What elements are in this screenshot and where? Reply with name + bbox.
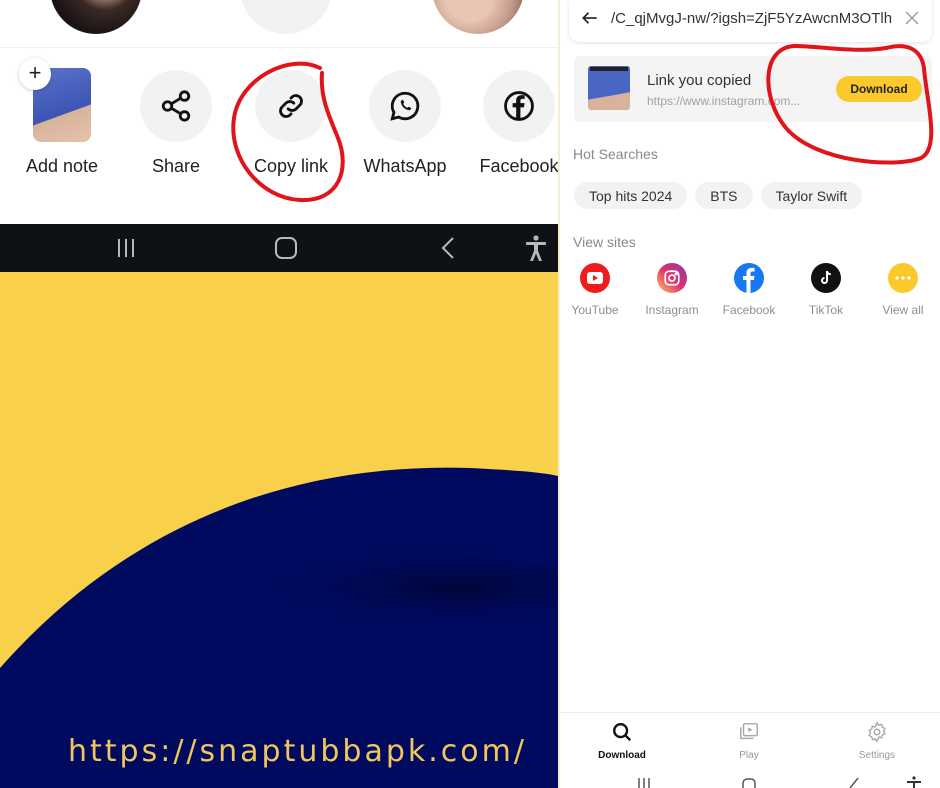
site-label: Facebook: [722, 303, 776, 317]
download-button[interactable]: Download: [836, 76, 922, 102]
copied-link-title: Link you copied: [647, 72, 752, 89]
site-label: Instagram: [645, 303, 699, 317]
home-icon[interactable]: [742, 778, 756, 788]
youtube-icon: [580, 263, 610, 293]
promo-url[interactable]: https://snaptubbapk.com/: [68, 734, 527, 769]
play-library-icon: [740, 723, 758, 740]
snaptube-app-screen: /C_qjMvgJ-nw/?igsh=ZjF5YzAwcnM3OTlh Link…: [560, 0, 940, 788]
copied-link-card[interactable]: Link you copied https://www.instagram.co…: [574, 56, 932, 122]
site-view-all[interactable]: View all: [864, 263, 940, 317]
tiktok-icon: [811, 263, 841, 293]
promo-background-shape: [0, 467, 558, 788]
recents-icon[interactable]: [636, 778, 652, 788]
note-thumbnail: +: [19, 58, 91, 142]
hot-search-chip[interactable]: Taylor Swift: [760, 182, 863, 209]
site-label: YouTube: [571, 303, 619, 317]
share-option-facebook[interactable]: Facebook: [464, 70, 558, 177]
site-instagram[interactable]: Instagram: [633, 263, 711, 317]
share-option-label: WhatsApp: [363, 156, 447, 176]
home-icon: [275, 237, 297, 259]
instagram-share-screen: + Add note Share Copy link WhatsApp Face…: [0, 0, 558, 788]
hot-search-chip[interactable]: Top hits 2024: [574, 182, 688, 209]
share-option-whatsapp[interactable]: WhatsApp: [350, 70, 460, 177]
tab-download[interactable]: Download: [577, 721, 667, 761]
promo-banner: https://snaptubbapk.com/: [0, 272, 558, 788]
share-option-label: Copy link: [253, 156, 329, 176]
accessibility-icon: [526, 235, 546, 261]
copied-link-url: https://www.instagram.com...: [647, 94, 801, 108]
share-icon: [161, 90, 191, 122]
url-search-bar[interactable]: /C_qjMvgJ-nw/?igsh=ZjF5YzAwcnM3OTlh: [569, 0, 932, 42]
site-facebook[interactable]: Facebook: [710, 263, 788, 317]
share-option-copy-link[interactable]: Copy link: [236, 70, 346, 177]
clear-icon[interactable]: [904, 10, 920, 26]
hot-searches-heading: Hot Searches: [573, 146, 658, 162]
url-input[interactable]: /C_qjMvgJ-nw/?igsh=ZjF5YzAwcnM3OTlh: [611, 10, 904, 27]
tab-play[interactable]: Play: [704, 721, 794, 761]
site-label: TikTok: [808, 303, 844, 317]
bottom-tab-bar: Download Play Settings: [560, 712, 940, 770]
site-label: View all: [882, 303, 924, 317]
link-icon: [279, 94, 303, 118]
whatsapp-icon: [390, 91, 420, 121]
contact-avatars-row: [0, 0, 558, 48]
instagram-icon: [657, 263, 687, 293]
facebook-icon: [734, 263, 764, 293]
recents-icon: [118, 239, 134, 257]
home-button[interactable]: [272, 234, 300, 262]
plus-icon: +: [19, 58, 51, 90]
recents-button[interactable]: [112, 234, 140, 262]
view-sites-heading: View sites: [573, 234, 636, 250]
tab-settings[interactable]: Settings: [832, 721, 922, 761]
share-option-label: Share: [151, 156, 201, 176]
hot-search-chip[interactable]: BTS: [695, 182, 753, 209]
back-button[interactable]: [434, 234, 462, 262]
share-options-row: + Add note Share Copy link WhatsApp Face…: [0, 48, 558, 224]
system-navigation-bar: [0, 224, 558, 272]
avatar[interactable]: [432, 0, 524, 34]
more-icon: [888, 263, 918, 293]
hot-searches-chips: Top hits 2024 BTS Taylor Swift: [574, 182, 863, 209]
tab-label: Download: [598, 750, 646, 761]
site-tiktok[interactable]: TikTok: [787, 263, 865, 317]
site-youtube[interactable]: YouTube: [560, 263, 634, 317]
back-icon[interactable]: [848, 778, 860, 788]
accessibility-icon[interactable]: [907, 776, 921, 788]
accessibility-button[interactable]: [522, 234, 550, 262]
back-icon: [441, 237, 454, 259]
share-option-label: Facebook: [479, 156, 558, 176]
facebook-icon: [504, 91, 534, 121]
avatar[interactable]: [50, 0, 142, 34]
system-navigation-bar: [560, 770, 940, 788]
tab-label: Play: [739, 750, 759, 761]
share-option-label: Add note: [25, 156, 99, 176]
avatar[interactable]: [240, 0, 332, 34]
share-option-share[interactable]: Share: [121, 70, 231, 177]
gear-icon: [868, 721, 886, 743]
share-option-add-note[interactable]: + Add note: [7, 58, 117, 177]
video-thumbnail: [588, 66, 630, 110]
search-icon: [613, 723, 632, 742]
back-arrow-icon[interactable]: [581, 9, 599, 27]
tab-label: Settings: [858, 750, 896, 761]
